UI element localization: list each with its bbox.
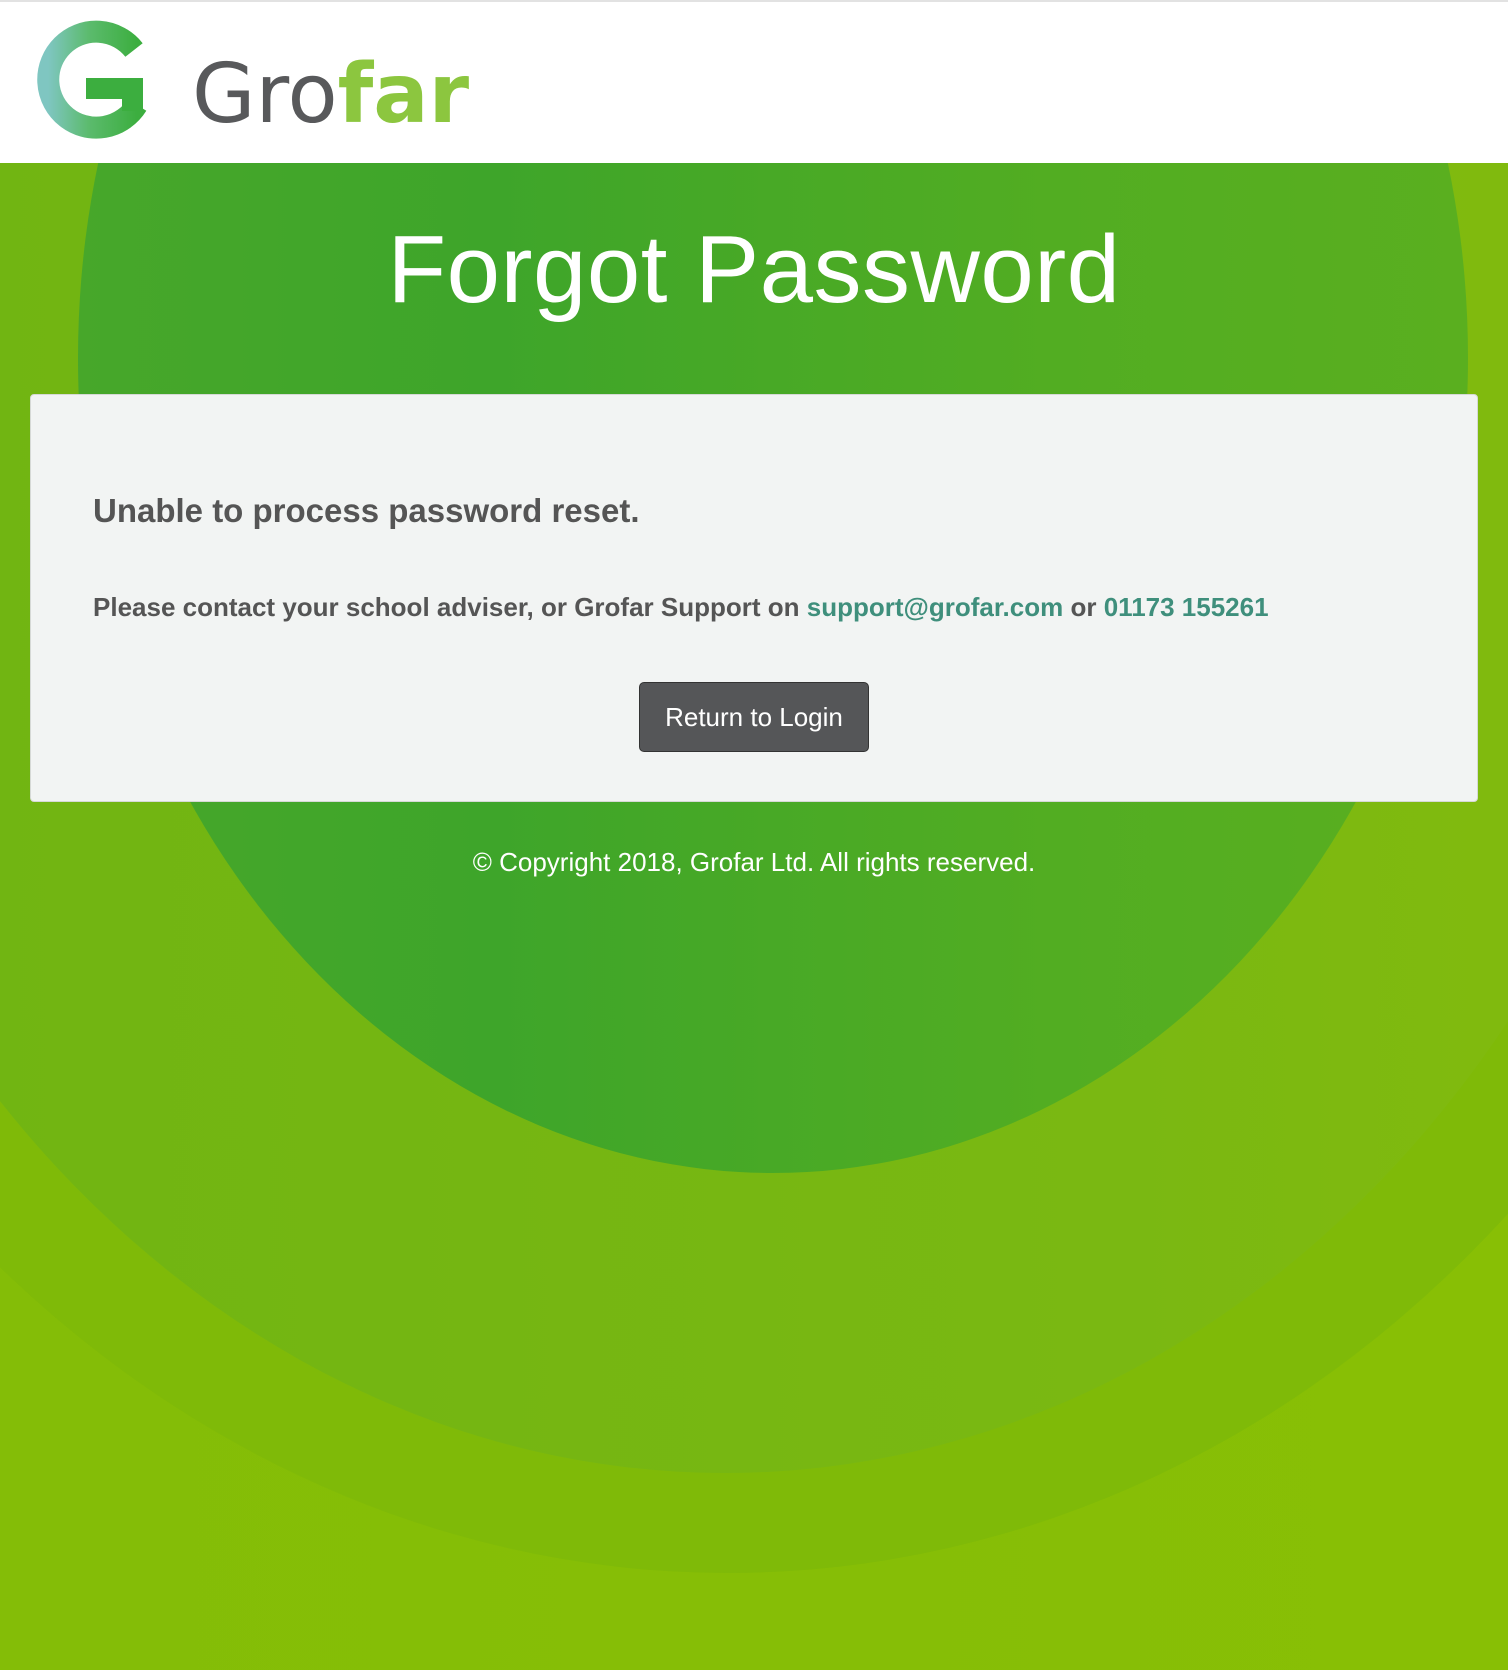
logo-wordmark-gro: Gro bbox=[192, 47, 338, 142]
logo-wordmark-far: far bbox=[338, 47, 470, 142]
logo-wordmark: Grofar bbox=[192, 47, 470, 142]
grofar-logo[interactable]: Grofar bbox=[26, 20, 556, 148]
page-title: Forgot Password bbox=[387, 216, 1121, 323]
copyright-footer: © Copyright 2018, Grofar Ltd. All rights… bbox=[472, 847, 1036, 877]
contact-message: Please contact your school adviser, or G… bbox=[93, 590, 1269, 624]
logo-svg: Grofar bbox=[37, 20, 470, 142]
grofar-g-logo-icon bbox=[37, 20, 147, 139]
support-email-link[interactable]: support@grofar.com bbox=[807, 592, 1063, 622]
background-stage bbox=[0, 163, 1508, 1670]
contact-connector: or bbox=[1070, 592, 1097, 622]
message-panel: Unable to process password reset. Please… bbox=[30, 394, 1478, 802]
site-header: Grofar bbox=[0, 0, 1508, 163]
error-heading: Unable to process password reset. bbox=[93, 492, 640, 529]
return-to-login-button[interactable]: Return to Login bbox=[639, 682, 869, 752]
contact-message-text: Please contact your school adviser, or G… bbox=[93, 592, 800, 622]
support-phone-link[interactable]: 01173 155261 bbox=[1104, 592, 1269, 622]
